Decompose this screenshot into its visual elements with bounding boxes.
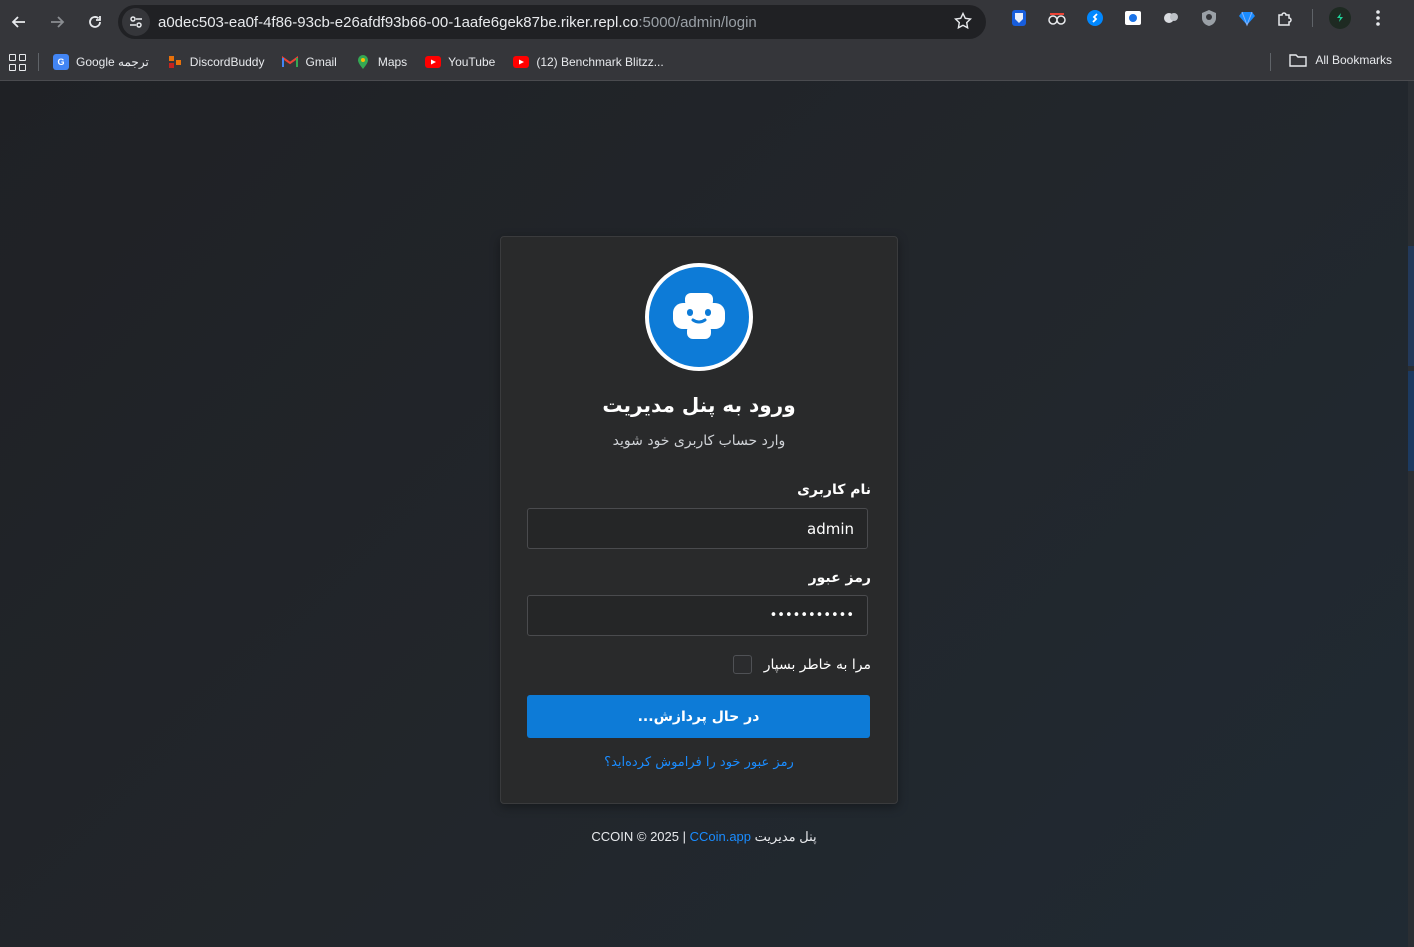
youtube-icon (425, 54, 442, 70)
bookmark-label: Maps (377, 55, 408, 69)
google-translate-icon: G (53, 54, 69, 70)
address-bar[interactable]: a0dec503-ea0f-4f86-93cb-e26afdf93b66-00-… (118, 5, 986, 39)
browser-toolbar: a0dec503-ea0f-4f86-93cb-e26afdf93b66-00-… (0, 0, 1414, 44)
shield-icon[interactable] (1198, 7, 1220, 29)
all-bookmarks-label: All Bookmarks (1315, 53, 1392, 67)
bookmark-youtube[interactable]: YouTube (425, 54, 495, 70)
bookmark-label: Google ترجمه (76, 55, 149, 69)
scrollbar[interactable] (1408, 81, 1414, 947)
puzzle-icon[interactable] (1274, 7, 1296, 29)
cloud-chat-icon[interactable] (1160, 7, 1182, 29)
login-title: ورود به پنل مدیریت (602, 393, 796, 417)
bookmarks-separator (1270, 53, 1271, 71)
username-value: admin (807, 519, 854, 538)
star-icon[interactable] (953, 11, 973, 34)
footer: CCOIN © 2025 | CCoin.app پنل مدیریت (0, 829, 1408, 845)
remember-me[interactable]: مرا به خاطر بسپار (732, 655, 871, 674)
login-submit-button[interactable]: در حال پردازش... (527, 695, 870, 738)
spy-glasses-icon[interactable] (1046, 7, 1068, 29)
url-path: :5000/admin/login (638, 13, 757, 31)
toolbar-separator (1312, 9, 1313, 27)
arrow-left-icon (11, 16, 25, 28)
username-label: نام کاربری (797, 482, 871, 498)
extensions-row (1000, 7, 1397, 29)
url-host: a0dec503-ea0f-4f86-93cb-e26afdf93b66-00-… (158, 13, 639, 31)
forward-button[interactable] (42, 7, 72, 37)
profile-avatar[interactable] (1329, 7, 1351, 29)
bookmark-label: (12) Benchmark Blitzz... (536, 55, 664, 69)
password-label: رمز عبور (808, 570, 871, 586)
gmail-icon (282, 54, 299, 70)
url-text: a0dec503-ea0f-4f86-93cb-e26afdf93b66-00-… (158, 14, 757, 31)
arrow-right-icon (51, 16, 65, 28)
bookmarks-bar: G Google ترجمه DiscordBuddy Gmail Maps Y… (0, 44, 1414, 81)
bookmark-benchmark-blitz[interactable]: (12) Benchmark Blitzz... (513, 54, 664, 70)
login-subtitle: وارد حساب کاربری خود شوید (612, 433, 786, 449)
page-content: ورود به پنل مدیریت وارد حساب کاربری خود … (0, 81, 1408, 947)
robot-face-icon (649, 267, 749, 367)
bookmark-label: DiscordBuddy (189, 55, 265, 69)
logo (645, 263, 753, 371)
bitwarden-icon[interactable] (1008, 7, 1030, 29)
login-card: ورود به پنل مدیریت وارد حساب کاربری خود … (500, 236, 898, 804)
tune-icon[interactable] (122, 8, 150, 36)
apps-grid-icon[interactable] (9, 53, 26, 71)
gem-icon[interactable] (1236, 7, 1258, 29)
all-bookmarks-button[interactable]: All Bookmarks (1289, 53, 1392, 67)
back-button[interactable] (4, 7, 34, 37)
folder-icon (1289, 53, 1308, 67)
reload-button[interactable] (80, 7, 110, 37)
youtube-icon (513, 54, 530, 70)
username-input[interactable]: admin (527, 508, 868, 549)
scrollbar-marker (1408, 371, 1414, 471)
bookmark-gmail[interactable]: Gmail (282, 54, 337, 70)
bookmark-maps[interactable]: Maps (355, 54, 407, 70)
remember-me-label: مرا به خاطر بسپار (763, 656, 871, 673)
reload-icon (89, 16, 101, 28)
footer-prefix: CCOIN © 2025 | (591, 829, 690, 844)
password-input[interactable]: ••••••••••• (527, 595, 868, 636)
bookmark-label: Gmail (305, 55, 337, 69)
footer-link[interactable]: CCoin.app (690, 829, 751, 844)
footer-suffix: پنل مدیریت (751, 829, 817, 844)
bookmark-google-translate[interactable]: G Google ترجمه (53, 54, 149, 70)
password-value: ••••••••••• (769, 608, 854, 623)
scrollbar-marker (1408, 246, 1414, 366)
shazam-icon[interactable] (1084, 7, 1106, 29)
forgot-password-link[interactable]: رمز عبور خود را فراموش کرده‌اید؟ (501, 755, 897, 770)
maps-pin-icon (355, 54, 371, 70)
bookmark-label: YouTube (448, 55, 496, 69)
screenshot-camera-icon[interactable] (1122, 7, 1144, 29)
discordbuddy-icon (167, 54, 183, 70)
bookmarks-separator (38, 53, 39, 71)
bookmark-discordbuddy[interactable]: DiscordBuddy (167, 54, 265, 70)
remember-me-checkbox[interactable] (732, 655, 752, 674)
kebab-menu-icon[interactable] (1367, 7, 1389, 29)
